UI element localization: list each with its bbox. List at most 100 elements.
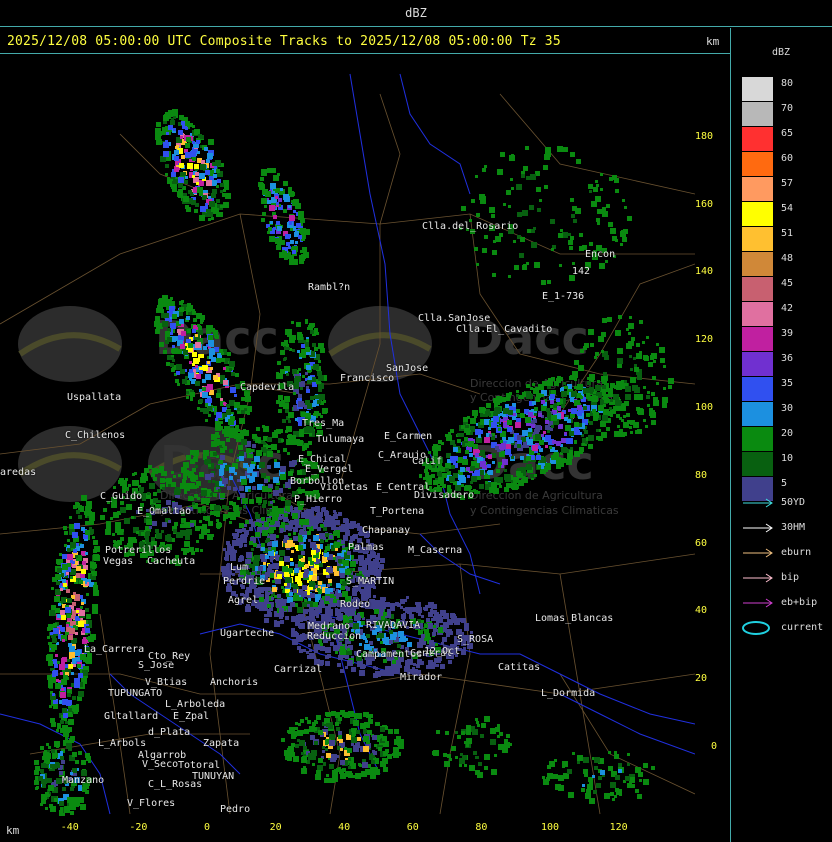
echo-cell [192, 141, 195, 144]
echo-cell [180, 136, 183, 139]
echo-cell [173, 475, 176, 478]
echo-cell [532, 445, 538, 451]
x-tick-label: 60 [406, 822, 419, 833]
echo-cell [302, 375, 305, 378]
echo-cell [335, 722, 339, 726]
echo-cell [225, 193, 231, 199]
echo-cell [200, 354, 204, 358]
place-label: Agrel [228, 595, 259, 606]
echo-cell [292, 460, 297, 465]
echo-cell [208, 212, 213, 217]
echo-cell [247, 412, 250, 415]
echo-cell [373, 666, 376, 669]
echo-cell [323, 527, 327, 531]
echo-cell [639, 320, 643, 324]
echo-cell [203, 346, 207, 350]
radar-map[interactable]: DaccDaccDaccDaccDireccion de Agricultura… [0, 54, 695, 816]
echo-cell [280, 188, 283, 191]
echo-cell [616, 381, 622, 387]
echo-cell [186, 207, 191, 212]
echo-cell [635, 789, 639, 793]
echo-cell [617, 358, 623, 364]
echo-cell [197, 497, 200, 500]
echo-cell [267, 604, 271, 608]
echo-cell [232, 540, 238, 546]
echo-cell [403, 613, 406, 616]
place-label: Catitas [498, 662, 541, 673]
echo-cell [55, 597, 60, 602]
echo-cell [383, 612, 387, 616]
echo-cell [308, 644, 311, 647]
echo-cell [281, 497, 285, 501]
place-label: Tres_Ma [302, 418, 345, 429]
echo-cell [491, 214, 495, 218]
echo-cell [167, 180, 171, 184]
echo-cell [239, 523, 244, 528]
echo-cell [67, 797, 73, 803]
echo-cell [556, 441, 561, 446]
y-axis: 180 160 140 120 100 80 60 40 20 0 [695, 54, 730, 816]
echo-cell [63, 583, 67, 587]
echo-cell [333, 599, 337, 603]
echo-cell [313, 602, 318, 607]
echo-cell [284, 396, 290, 402]
echo-cell [470, 418, 476, 424]
echo-cell [572, 262, 575, 265]
place-label: Palmas [348, 542, 385, 553]
echo-cell [588, 444, 593, 449]
place-label: aredas [0, 467, 37, 478]
echo-cell [455, 731, 458, 734]
echo-cell [350, 561, 356, 567]
echo-cell [191, 200, 196, 205]
echo-cell [623, 415, 626, 418]
echo-cell [273, 563, 279, 569]
echo-cell [165, 331, 170, 336]
echo-cell [199, 520, 202, 523]
echo-cell [440, 664, 445, 669]
echo-cell [252, 486, 256, 490]
echo-cell [333, 514, 338, 519]
echo-cell [194, 164, 199, 169]
echo-cell [58, 603, 61, 606]
echo-cell [309, 653, 315, 659]
echo-cell [278, 247, 281, 250]
echo-cell [622, 237, 627, 242]
echo-cell [359, 670, 365, 676]
echo-cell [465, 443, 468, 446]
echo-cell [53, 806, 56, 809]
place-label: T_Portena [370, 506, 425, 517]
echo-cell [205, 498, 210, 503]
echo-cell [68, 719, 74, 725]
echo-cell [589, 798, 595, 804]
echo-cell [653, 360, 656, 363]
echo-cell [326, 774, 329, 777]
echo-cell [526, 464, 532, 470]
echo-cell [249, 527, 253, 531]
echo-cell [647, 391, 650, 394]
echo-cell [443, 613, 449, 619]
echo-cell [272, 587, 277, 592]
echo-cell [365, 588, 371, 594]
echo-cell [541, 394, 544, 397]
echo-cell [608, 392, 613, 397]
place-label: Anchoris [210, 677, 259, 688]
echo-cell [340, 669, 344, 673]
echo-cell [430, 609, 433, 612]
echo-cell [245, 396, 251, 402]
echo-cell [615, 330, 621, 336]
echo-cell [474, 415, 477, 418]
echo-cell [550, 400, 554, 404]
echo-cell [349, 610, 355, 616]
echo-cell [124, 518, 130, 524]
echo-cell [267, 437, 272, 442]
echo-cell [314, 610, 317, 613]
echo-cell [507, 427, 512, 432]
echo-cell [264, 618, 269, 623]
echo-cell [192, 157, 196, 161]
echo-cell [80, 804, 86, 810]
echo-cell [69, 628, 75, 634]
echo-cell [575, 430, 580, 435]
echo-cell [287, 452, 290, 455]
echo-cell [217, 389, 221, 393]
echo-cell [592, 396, 598, 402]
